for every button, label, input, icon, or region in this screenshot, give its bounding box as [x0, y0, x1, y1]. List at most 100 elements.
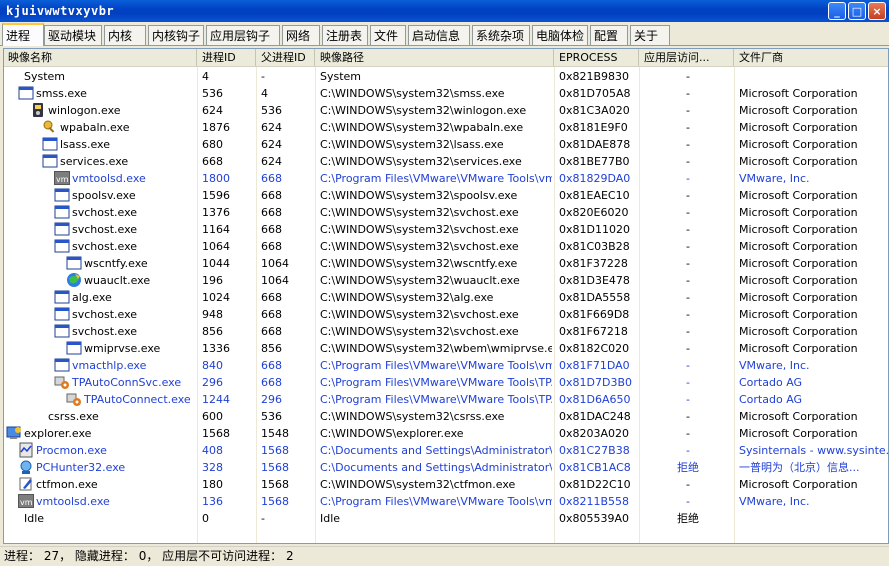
- cell-eprocess: 0x81D6A650: [559, 393, 631, 406]
- process-list[interactable]: 映像名称 进程ID 父进程ID 映像路径 EPROCESS 应用层访问... 文件厂商 Sy…: [3, 48, 889, 544]
- table-row[interactable]: explorer.exe 1568 1548 C:\WINDOWS\explorer.…: [4, 425, 888, 442]
- cell-path: C:\WINDOWS\system32\ctfmon.exe: [320, 478, 516, 491]
- cell-pid: 136: [202, 495, 223, 508]
- table-row[interactable]: wscntfy.exe 1044 1064 C:\WINDOWS\system32\w…: [4, 255, 888, 272]
- table-row[interactable]: wmiprvse.exe 1336 856 C:\WINDOWS\system32\w…: [4, 340, 888, 357]
- tab-3[interactable]: 内核钩子: [148, 25, 204, 45]
- column-header-vendor[interactable]: 文件厂商: [735, 49, 888, 66]
- cell-eprocess: 0x81D11020: [559, 223, 630, 236]
- column-header-eprocess[interactable]: EPROCESS: [555, 49, 639, 66]
- table-row[interactable]: svchost.exe 1064 668 C:\WINDOWS\system32\sv…: [4, 238, 888, 255]
- tab-1[interactable]: 驱动模块: [44, 25, 102, 45]
- cell-access: -: [686, 495, 690, 508]
- table-row[interactable]: PCHunter32.exe 328 1568 C:\Documents and Se…: [4, 459, 888, 476]
- cell-ppid: 1064: [261, 257, 289, 270]
- table-row[interactable]: svchost.exe 856 668 C:\WINDOWS\system32\svc…: [4, 323, 888, 340]
- cell-name: svchost.exe: [72, 223, 138, 236]
- cell-pid: 1376: [202, 206, 230, 219]
- tab-4[interactable]: 应用层钩子: [206, 25, 280, 45]
- table-row[interactable]: vm vmtoolsd.exe 1800 668 C:\Program Files\VM…: [4, 170, 888, 187]
- tab-10[interactable]: 电脑体检: [532, 25, 588, 45]
- table-row[interactable]: TPAutoConnSvc.exe 296 668 C:\Program Files\…: [4, 374, 888, 391]
- table-row[interactable]: winlogon.exe 624 536 C:\WINDOWS\system32\wi…: [4, 102, 888, 119]
- cell-ppid: 856: [261, 342, 282, 355]
- cell-vendor: Microsoft Corporation: [739, 308, 858, 321]
- vm-icon: vm: [18, 493, 34, 509]
- cell-ppid: 536: [261, 104, 282, 117]
- cell-eprocess: 0x820E6020: [559, 206, 629, 219]
- cell-access: -: [686, 104, 690, 117]
- key-icon: [42, 119, 58, 135]
- column-header-ppid[interactable]: 父进程ID: [257, 49, 315, 66]
- window-icon: [66, 340, 82, 356]
- cell-name: TPAutoConnSvc.exe: [72, 376, 182, 389]
- cell-name: wpabaln.exe: [60, 121, 130, 134]
- cell-pid: 624: [202, 104, 223, 117]
- cell-vendor: VMware, Inc.: [739, 359, 810, 372]
- table-row[interactable]: lsass.exe 680 624 C:\WINDOWS\system32\lsass…: [4, 136, 888, 153]
- cell-pid: 840: [202, 359, 223, 372]
- cell-ppid: 1568: [261, 495, 289, 508]
- tab-6[interactable]: 注册表: [322, 25, 368, 45]
- cell-ppid: 668: [261, 189, 282, 202]
- cell-access: -: [686, 410, 690, 423]
- tab-2[interactable]: 内核: [104, 25, 146, 45]
- table-row[interactable]: ctfmon.exe 180 1568 C:\WINDOWS\system32\ctf…: [4, 476, 888, 493]
- table-row[interactable]: smss.exe 536 4 C:\WINDOWS\system32\smss.exe…: [4, 85, 888, 102]
- tab-9[interactable]: 系统杂项: [472, 25, 530, 45]
- cell-access: -: [686, 223, 690, 236]
- cell-name: vmacthlp.exe: [72, 359, 147, 372]
- minimize-button[interactable]: _: [828, 2, 846, 20]
- cell-eprocess: 0x81C03B28: [559, 240, 630, 253]
- tab-7[interactable]: 文件: [370, 25, 406, 45]
- cell-path: C:\WINDOWS\system32\alg.exe: [320, 291, 494, 304]
- connect-icon: [66, 391, 82, 407]
- column-header-access[interactable]: 应用层访问...: [640, 49, 734, 66]
- tab-11[interactable]: 配置: [590, 25, 628, 45]
- cell-name: ctfmon.exe: [36, 478, 98, 491]
- window-icon: [42, 153, 58, 169]
- maximize-button[interactable]: □: [848, 2, 866, 20]
- cell-vendor: 一普明为（北京）信息...: [739, 461, 860, 474]
- table-row[interactable]: vmacthlp.exe 840 668 C:\Program Files\VMwar…: [4, 357, 888, 374]
- cell-access: -: [686, 274, 690, 287]
- cell-pid: 1876: [202, 121, 230, 134]
- explorer-icon: [6, 425, 22, 441]
- column-header-pid[interactable]: 进程ID: [198, 49, 256, 66]
- table-row[interactable]: svchost.exe 1376 668 C:\WINDOWS\system32\sv…: [4, 204, 888, 221]
- table-row[interactable]: spoolsv.exe 1596 668 C:\WINDOWS\system32\sp…: [4, 187, 888, 204]
- cell-pid: 0: [202, 512, 209, 525]
- cell-access: -: [686, 206, 690, 219]
- tab-0[interactable]: 进程: [2, 23, 44, 46]
- cell-name: services.exe: [60, 155, 129, 168]
- close-button[interactable]: ×: [868, 2, 886, 20]
- table-row[interactable]: Procmon.exe 408 1568 C:\Documents and Setti…: [4, 442, 888, 459]
- tab-8[interactable]: 启动信息: [408, 25, 470, 45]
- cell-eprocess: 0x8211B558: [559, 495, 630, 508]
- table-row[interactable]: Idle 0 - Idle 0x805539A0 拒绝: [4, 510, 888, 527]
- tab-5[interactable]: 网络: [282, 25, 320, 45]
- table-row[interactable]: TPAutoConnect.exe 1244 296 C:\Program Files…: [4, 391, 888, 408]
- cell-vendor: VMware, Inc.: [739, 172, 810, 185]
- column-header-path[interactable]: 映像路径: [316, 49, 554, 66]
- table-row[interactable]: svchost.exe 948 668 C:\WINDOWS\system32\svc…: [4, 306, 888, 323]
- table-row[interactable]: wuauclt.exe 196 1064 C:\WINDOWS\system32\wu…: [4, 272, 888, 289]
- title-bar[interactable]: kjuivwwtvxyvbr _ □ ×: [0, 0, 889, 22]
- tab-12[interactable]: 关于: [630, 25, 670, 45]
- table-row[interactable]: svchost.exe 1164 668 C:\WINDOWS\system32\sv…: [4, 221, 888, 238]
- table-row[interactable]: vm vmtoolsd.exe 136 1568 C:\Program Files\VM…: [4, 493, 888, 510]
- table-row[interactable]: services.exe 668 624 C:\WINDOWS\system32\se…: [4, 153, 888, 170]
- cell-ppid: 1568: [261, 461, 289, 474]
- table-row[interactable]: alg.exe 1024 668 C:\WINDOWS\system32\alg.ex…: [4, 289, 888, 306]
- table-row[interactable]: csrss.exe 600 536 C:\WINDOWS\system32\csrss…: [4, 408, 888, 425]
- table-row[interactable]: System 4 - System 0x821B9830 -: [4, 68, 888, 85]
- cell-eprocess: 0x81D7D3B0: [559, 376, 632, 389]
- cell-path: C:\WINDOWS\system32\smss.exe: [320, 87, 505, 100]
- cell-name: svchost.exe: [72, 206, 138, 219]
- table-row[interactable]: wpabaln.exe 1876 624 C:\WINDOWS\system32\wp…: [4, 119, 888, 136]
- cell-path: C:\WINDOWS\system32\lsass.exe: [320, 138, 504, 151]
- cell-pid: 536: [202, 87, 223, 100]
- cell-vendor: Microsoft Corporation: [739, 155, 858, 168]
- column-header-name[interactable]: 映像名称: [4, 49, 197, 66]
- cell-pid: 948: [202, 308, 223, 321]
